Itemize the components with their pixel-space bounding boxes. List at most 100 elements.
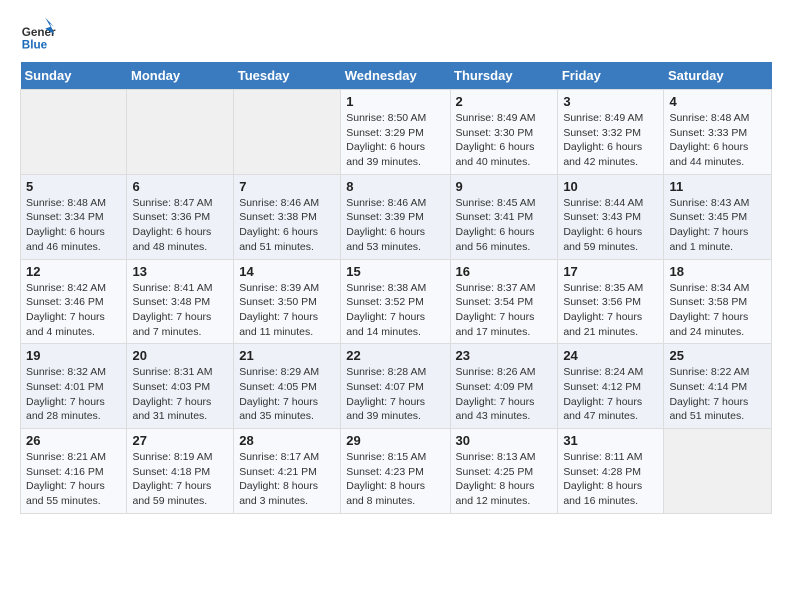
- day-number: 27: [132, 433, 228, 448]
- day-number: 12: [26, 264, 121, 279]
- day-number: 22: [346, 348, 444, 363]
- calendar-table: SundayMondayTuesdayWednesdayThursdayFrid…: [20, 62, 772, 514]
- day-number: 3: [563, 94, 658, 109]
- calendar-day-header-tuesday: Tuesday: [234, 62, 341, 90]
- calendar-cell: 30 Sunrise: 8:13 AM Sunset: 4:25 PM Dayli…: [450, 429, 558, 514]
- day-info: Sunrise: 8:31 AM Sunset: 4:03 PM Dayligh…: [132, 365, 228, 424]
- day-number: 10: [563, 179, 658, 194]
- day-number: 16: [456, 264, 553, 279]
- day-info: Sunrise: 8:28 AM Sunset: 4:07 PM Dayligh…: [346, 365, 444, 424]
- day-info: Sunrise: 8:21 AM Sunset: 4:16 PM Dayligh…: [26, 450, 121, 509]
- day-info: Sunrise: 8:46 AM Sunset: 3:38 PM Dayligh…: [239, 196, 335, 255]
- day-info: Sunrise: 8:11 AM Sunset: 4:28 PM Dayligh…: [563, 450, 658, 509]
- calendar-cell: 20 Sunrise: 8:31 AM Sunset: 4:03 PM Dayli…: [127, 344, 234, 429]
- calendar-cell: [234, 90, 341, 175]
- calendar-week-row-3: 12 Sunrise: 8:42 AM Sunset: 3:46 PM Dayli…: [21, 259, 772, 344]
- calendar-cell: 24 Sunrise: 8:24 AM Sunset: 4:12 PM Dayli…: [558, 344, 664, 429]
- day-number: 26: [26, 433, 121, 448]
- day-info: Sunrise: 8:34 AM Sunset: 3:58 PM Dayligh…: [669, 281, 766, 340]
- day-info: Sunrise: 8:17 AM Sunset: 4:21 PM Dayligh…: [239, 450, 335, 509]
- day-info: Sunrise: 8:32 AM Sunset: 4:01 PM Dayligh…: [26, 365, 121, 424]
- calendar-cell: 1 Sunrise: 8:50 AM Sunset: 3:29 PM Daylig…: [341, 90, 450, 175]
- day-number: 31: [563, 433, 658, 448]
- day-number: 9: [456, 179, 553, 194]
- day-info: Sunrise: 8:45 AM Sunset: 3:41 PM Dayligh…: [456, 196, 553, 255]
- day-number: 24: [563, 348, 658, 363]
- logo: General Blue: [20, 16, 60, 52]
- day-info: Sunrise: 8:42 AM Sunset: 3:46 PM Dayligh…: [26, 281, 121, 340]
- calendar-header-row: SundayMondayTuesdayWednesdayThursdayFrid…: [21, 62, 772, 90]
- calendar-cell: 19 Sunrise: 8:32 AM Sunset: 4:01 PM Dayli…: [21, 344, 127, 429]
- calendar-cell: 28 Sunrise: 8:17 AM Sunset: 4:21 PM Dayli…: [234, 429, 341, 514]
- day-info: Sunrise: 8:19 AM Sunset: 4:18 PM Dayligh…: [132, 450, 228, 509]
- calendar-day-header-wednesday: Wednesday: [341, 62, 450, 90]
- calendar-week-row-4: 19 Sunrise: 8:32 AM Sunset: 4:01 PM Dayli…: [21, 344, 772, 429]
- calendar-cell: 11 Sunrise: 8:43 AM Sunset: 3:45 PM Dayli…: [664, 174, 772, 259]
- calendar-cell: 26 Sunrise: 8:21 AM Sunset: 4:16 PM Dayli…: [21, 429, 127, 514]
- day-number: 21: [239, 348, 335, 363]
- calendar-cell: 8 Sunrise: 8:46 AM Sunset: 3:39 PM Daylig…: [341, 174, 450, 259]
- calendar-cell: 10 Sunrise: 8:44 AM Sunset: 3:43 PM Dayli…: [558, 174, 664, 259]
- day-number: 5: [26, 179, 121, 194]
- day-number: 23: [456, 348, 553, 363]
- day-number: 25: [669, 348, 766, 363]
- day-number: 19: [26, 348, 121, 363]
- day-number: 15: [346, 264, 444, 279]
- calendar-day-header-friday: Friday: [558, 62, 664, 90]
- day-info: Sunrise: 8:47 AM Sunset: 3:36 PM Dayligh…: [132, 196, 228, 255]
- day-info: Sunrise: 8:38 AM Sunset: 3:52 PM Dayligh…: [346, 281, 444, 340]
- day-number: 20: [132, 348, 228, 363]
- day-number: 28: [239, 433, 335, 448]
- day-number: 30: [456, 433, 553, 448]
- calendar-week-row-2: 5 Sunrise: 8:48 AM Sunset: 3:34 PM Daylig…: [21, 174, 772, 259]
- calendar-day-header-sunday: Sunday: [21, 62, 127, 90]
- day-info: Sunrise: 8:39 AM Sunset: 3:50 PM Dayligh…: [239, 281, 335, 340]
- day-number: 6: [132, 179, 228, 194]
- calendar-cell: 31 Sunrise: 8:11 AM Sunset: 4:28 PM Dayli…: [558, 429, 664, 514]
- calendar-cell: 7 Sunrise: 8:46 AM Sunset: 3:38 PM Daylig…: [234, 174, 341, 259]
- day-number: 11: [669, 179, 766, 194]
- calendar-cell: 15 Sunrise: 8:38 AM Sunset: 3:52 PM Dayli…: [341, 259, 450, 344]
- calendar-cell: 12 Sunrise: 8:42 AM Sunset: 3:46 PM Dayli…: [21, 259, 127, 344]
- calendar-cell: 18 Sunrise: 8:34 AM Sunset: 3:58 PM Dayli…: [664, 259, 772, 344]
- day-info: Sunrise: 8:43 AM Sunset: 3:45 PM Dayligh…: [669, 196, 766, 255]
- calendar-day-header-thursday: Thursday: [450, 62, 558, 90]
- calendar-cell: 27 Sunrise: 8:19 AM Sunset: 4:18 PM Dayli…: [127, 429, 234, 514]
- day-number: 14: [239, 264, 335, 279]
- day-number: 8: [346, 179, 444, 194]
- calendar-cell: 17 Sunrise: 8:35 AM Sunset: 3:56 PM Dayli…: [558, 259, 664, 344]
- day-number: 1: [346, 94, 444, 109]
- calendar-week-row-5: 26 Sunrise: 8:21 AM Sunset: 4:16 PM Dayli…: [21, 429, 772, 514]
- day-number: 2: [456, 94, 553, 109]
- calendar-cell: 23 Sunrise: 8:26 AM Sunset: 4:09 PM Dayli…: [450, 344, 558, 429]
- calendar-cell: 6 Sunrise: 8:47 AM Sunset: 3:36 PM Daylig…: [127, 174, 234, 259]
- day-info: Sunrise: 8:48 AM Sunset: 3:34 PM Dayligh…: [26, 196, 121, 255]
- calendar-cell: [664, 429, 772, 514]
- day-info: Sunrise: 8:48 AM Sunset: 3:33 PM Dayligh…: [669, 111, 766, 170]
- day-info: Sunrise: 8:37 AM Sunset: 3:54 PM Dayligh…: [456, 281, 553, 340]
- day-number: 18: [669, 264, 766, 279]
- calendar-cell: [21, 90, 127, 175]
- day-info: Sunrise: 8:22 AM Sunset: 4:14 PM Dayligh…: [669, 365, 766, 424]
- day-info: Sunrise: 8:44 AM Sunset: 3:43 PM Dayligh…: [563, 196, 658, 255]
- day-number: 17: [563, 264, 658, 279]
- day-info: Sunrise: 8:49 AM Sunset: 3:30 PM Dayligh…: [456, 111, 553, 170]
- day-info: Sunrise: 8:24 AM Sunset: 4:12 PM Dayligh…: [563, 365, 658, 424]
- day-info: Sunrise: 8:50 AM Sunset: 3:29 PM Dayligh…: [346, 111, 444, 170]
- day-number: 29: [346, 433, 444, 448]
- calendar-cell: 29 Sunrise: 8:15 AM Sunset: 4:23 PM Dayli…: [341, 429, 450, 514]
- day-info: Sunrise: 8:13 AM Sunset: 4:25 PM Dayligh…: [456, 450, 553, 509]
- day-info: Sunrise: 8:15 AM Sunset: 4:23 PM Dayligh…: [346, 450, 444, 509]
- day-number: 4: [669, 94, 766, 109]
- calendar-cell: 4 Sunrise: 8:48 AM Sunset: 3:33 PM Daylig…: [664, 90, 772, 175]
- day-info: Sunrise: 8:26 AM Sunset: 4:09 PM Dayligh…: [456, 365, 553, 424]
- day-info: Sunrise: 8:35 AM Sunset: 3:56 PM Dayligh…: [563, 281, 658, 340]
- calendar-day-header-monday: Monday: [127, 62, 234, 90]
- calendar-cell: [127, 90, 234, 175]
- day-info: Sunrise: 8:46 AM Sunset: 3:39 PM Dayligh…: [346, 196, 444, 255]
- calendar-cell: 2 Sunrise: 8:49 AM Sunset: 3:30 PM Daylig…: [450, 90, 558, 175]
- page-header: General Blue: [20, 16, 772, 52]
- calendar-cell: 21Sunrise: 8:29 AM Sunset: 4:05 PM Dayli…: [234, 344, 341, 429]
- calendar-cell: 25 Sunrise: 8:22 AM Sunset: 4:14 PM Dayli…: [664, 344, 772, 429]
- day-number: 7: [239, 179, 335, 194]
